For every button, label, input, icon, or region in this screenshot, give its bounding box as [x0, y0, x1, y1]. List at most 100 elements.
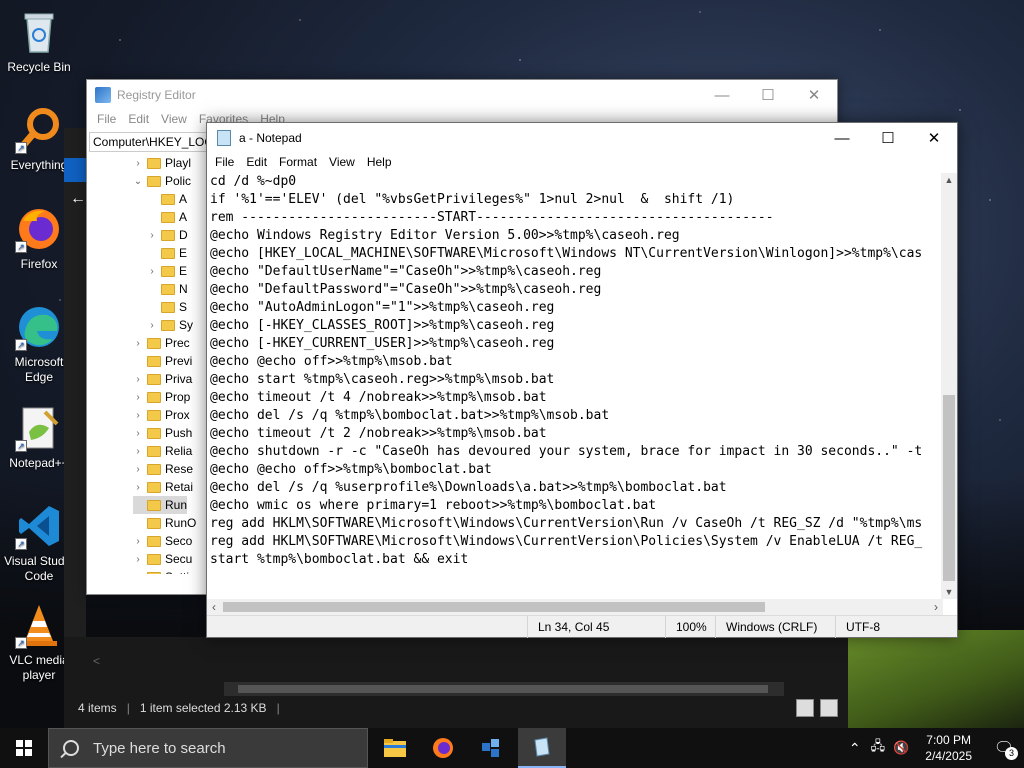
back-arrow-icon[interactable]: ←	[70, 190, 86, 208]
tree-item-label: A	[179, 192, 188, 206]
close-button[interactable]: ✕	[791, 80, 837, 110]
status-divider: |	[276, 701, 280, 715]
close-button[interactable]: ✕	[911, 123, 957, 153]
chevron-right-icon[interactable]: ›	[133, 392, 143, 403]
tree-item[interactable]: N	[147, 280, 188, 298]
menu-view[interactable]: View	[155, 110, 193, 130]
text-line: @echo timeout /t 4 /nobreak>>%tmp%\msob.…	[210, 390, 547, 405]
chevron-right-icon[interactable]: ›	[133, 572, 143, 575]
menu-file[interactable]: File	[91, 110, 122, 130]
desktop-icon-recycle-bin[interactable]: Recycle Bin	[1, 8, 77, 75]
explorer-view-buttons	[796, 699, 838, 717]
tree-item[interactable]: › Sy	[147, 316, 193, 334]
chevron-right-icon[interactable]: ›	[133, 464, 143, 475]
tree-item[interactable]: S	[147, 298, 187, 316]
tree-item[interactable]: ⌄ Polic	[133, 172, 191, 190]
scrollbar-thumb[interactable]	[943, 395, 955, 581]
chevron-down-icon[interactable]: ⌄	[133, 176, 143, 187]
tree-item[interactable]: › Seco	[133, 532, 192, 550]
tree-item[interactable]: › D	[147, 226, 187, 244]
tiles-view-button[interactable]	[820, 699, 838, 717]
tree-item-label: Polic	[165, 174, 192, 188]
minimize-button[interactable]: —	[699, 80, 745, 110]
taskbar-file-explorer[interactable]	[371, 728, 419, 768]
scrollbar-thumb[interactable]	[238, 685, 768, 693]
maximize-button[interactable]: ☐	[745, 80, 791, 110]
details-view-button[interactable]	[796, 699, 814, 717]
text-line: @echo @echo off>>%tmp%\bomboclat.bat	[210, 462, 492, 477]
taskbar-registry-editor[interactable]	[467, 728, 515, 768]
vertical-scrollbar[interactable]: ▲ ▼	[941, 173, 957, 599]
chevron-right-icon[interactable]: ›	[147, 320, 157, 331]
maximize-button[interactable]: ☐	[865, 123, 911, 153]
folder-icon	[147, 553, 161, 565]
taskbar-search-box[interactable]: Type here to search	[48, 728, 368, 768]
menu-edit[interactable]: Edit	[240, 153, 273, 173]
menu-view[interactable]: View	[323, 153, 361, 173]
tree-item[interactable]: › Push	[133, 424, 192, 442]
chevron-right-icon[interactable]: ›	[147, 230, 157, 241]
menu-file[interactable]: File	[209, 153, 240, 173]
notepad-window[interactable]: a - Notepad — ☐ ✕ File Edit Format View …	[206, 122, 958, 638]
chevron-right-icon[interactable]: ›	[133, 158, 143, 169]
menu-format[interactable]: Format	[273, 153, 323, 173]
folder-icon	[161, 193, 175, 205]
chevron-right-icon[interactable]: ›	[133, 428, 143, 439]
tree-item[interactable]: RunO	[133, 514, 196, 532]
tree-item[interactable]: › Settir	[133, 568, 193, 574]
tree-item[interactable]: A	[147, 208, 187, 226]
tree-item[interactable]: E	[147, 244, 187, 262]
text-line: @echo start %tmp%\caseoh.reg>>%tmp%\msob…	[210, 372, 555, 387]
taskbar-clock[interactable]: 7:00 PM 2/4/2025	[913, 732, 984, 764]
tree-item[interactable]: A	[147, 190, 187, 208]
tree-item[interactable]: › Secu	[133, 550, 192, 568]
registry-editor-titlebar[interactable]: Registry Editor — ☐ ✕	[87, 80, 837, 110]
notepad-titlebar[interactable]: a - Notepad — ☐ ✕	[207, 123, 957, 153]
scrollbar-thumb[interactable]	[223, 602, 765, 612]
scroll-up-icon[interactable]: ▲	[941, 173, 957, 187]
tree-item[interactable]: › Rese	[133, 460, 193, 478]
chevron-right-icon[interactable]: ›	[133, 410, 143, 421]
scroll-left-icon[interactable]: <	[93, 654, 100, 668]
notepad-text-area[interactable]: cd /d %~dp0 if '%1'=='ELEV' (del "%vbsGet…	[207, 173, 943, 599]
chevron-right-icon[interactable]: ›	[133, 554, 143, 565]
tree-item[interactable]: › Retai	[133, 478, 193, 496]
action-center-button[interactable]: 🗨 3	[984, 728, 1024, 768]
registry-key-tree[interactable]: › Playl ⌄ Polic A A › D E › E N S › Sy › Prec Previ › Priva…	[89, 154, 207, 574]
network-icon[interactable]: 🖧	[867, 737, 890, 759]
scroll-down-icon[interactable]: ▼	[941, 585, 957, 599]
text-line: rem -------------------------START------…	[210, 210, 774, 225]
menu-edit[interactable]: Edit	[122, 110, 155, 130]
tree-item[interactable]: › Relia	[133, 442, 192, 460]
scroll-right-icon[interactable]: ›	[929, 599, 943, 615]
tree-item[interactable]: Run	[133, 496, 188, 514]
volume-muted-icon[interactable]: 🔇	[889, 740, 913, 756]
start-button[interactable]	[0, 728, 48, 768]
taskbar-notepad[interactable]	[518, 728, 566, 768]
chevron-right-icon[interactable]: ›	[133, 536, 143, 547]
chevron-right-icon[interactable]: ›	[147, 266, 157, 277]
line-endings: Windows (CRLF)	[726, 620, 818, 634]
tree-item[interactable]: › Prox	[133, 406, 189, 424]
tree-item[interactable]: › Playl	[133, 154, 191, 172]
show-hidden-icons-chevron-icon[interactable]: ⌃	[843, 740, 867, 757]
tree-item[interactable]: › Prec	[133, 334, 189, 352]
tree-item[interactable]: › E	[147, 262, 187, 280]
chevron-right-icon[interactable]: ›	[133, 446, 143, 457]
explorer-horizontal-scrollbar[interactable]	[224, 682, 784, 696]
chevron-right-icon[interactable]: ›	[133, 338, 143, 349]
scroll-left-icon[interactable]: ‹	[207, 599, 221, 615]
text-line: @echo [HKEY_LOCAL_MACHINE\SOFTWARE\Micro…	[210, 246, 923, 261]
folder-icon	[161, 211, 175, 223]
chevron-right-icon[interactable]: ›	[133, 482, 143, 493]
folder-icon	[147, 445, 161, 457]
tree-horizontal-scrollbar[interactable]: <	[89, 654, 207, 670]
tree-item[interactable]: › Prop	[133, 388, 190, 406]
menu-help[interactable]: Help	[361, 153, 398, 173]
chevron-right-icon[interactable]: ›	[133, 374, 143, 385]
minimize-button[interactable]: —	[819, 123, 865, 153]
tree-item[interactable]: › Priva	[133, 370, 192, 388]
taskbar-firefox[interactable]	[419, 728, 467, 768]
horizontal-scrollbar[interactable]: ‹ ›	[207, 599, 943, 615]
tree-item[interactable]: Previ	[133, 352, 192, 370]
